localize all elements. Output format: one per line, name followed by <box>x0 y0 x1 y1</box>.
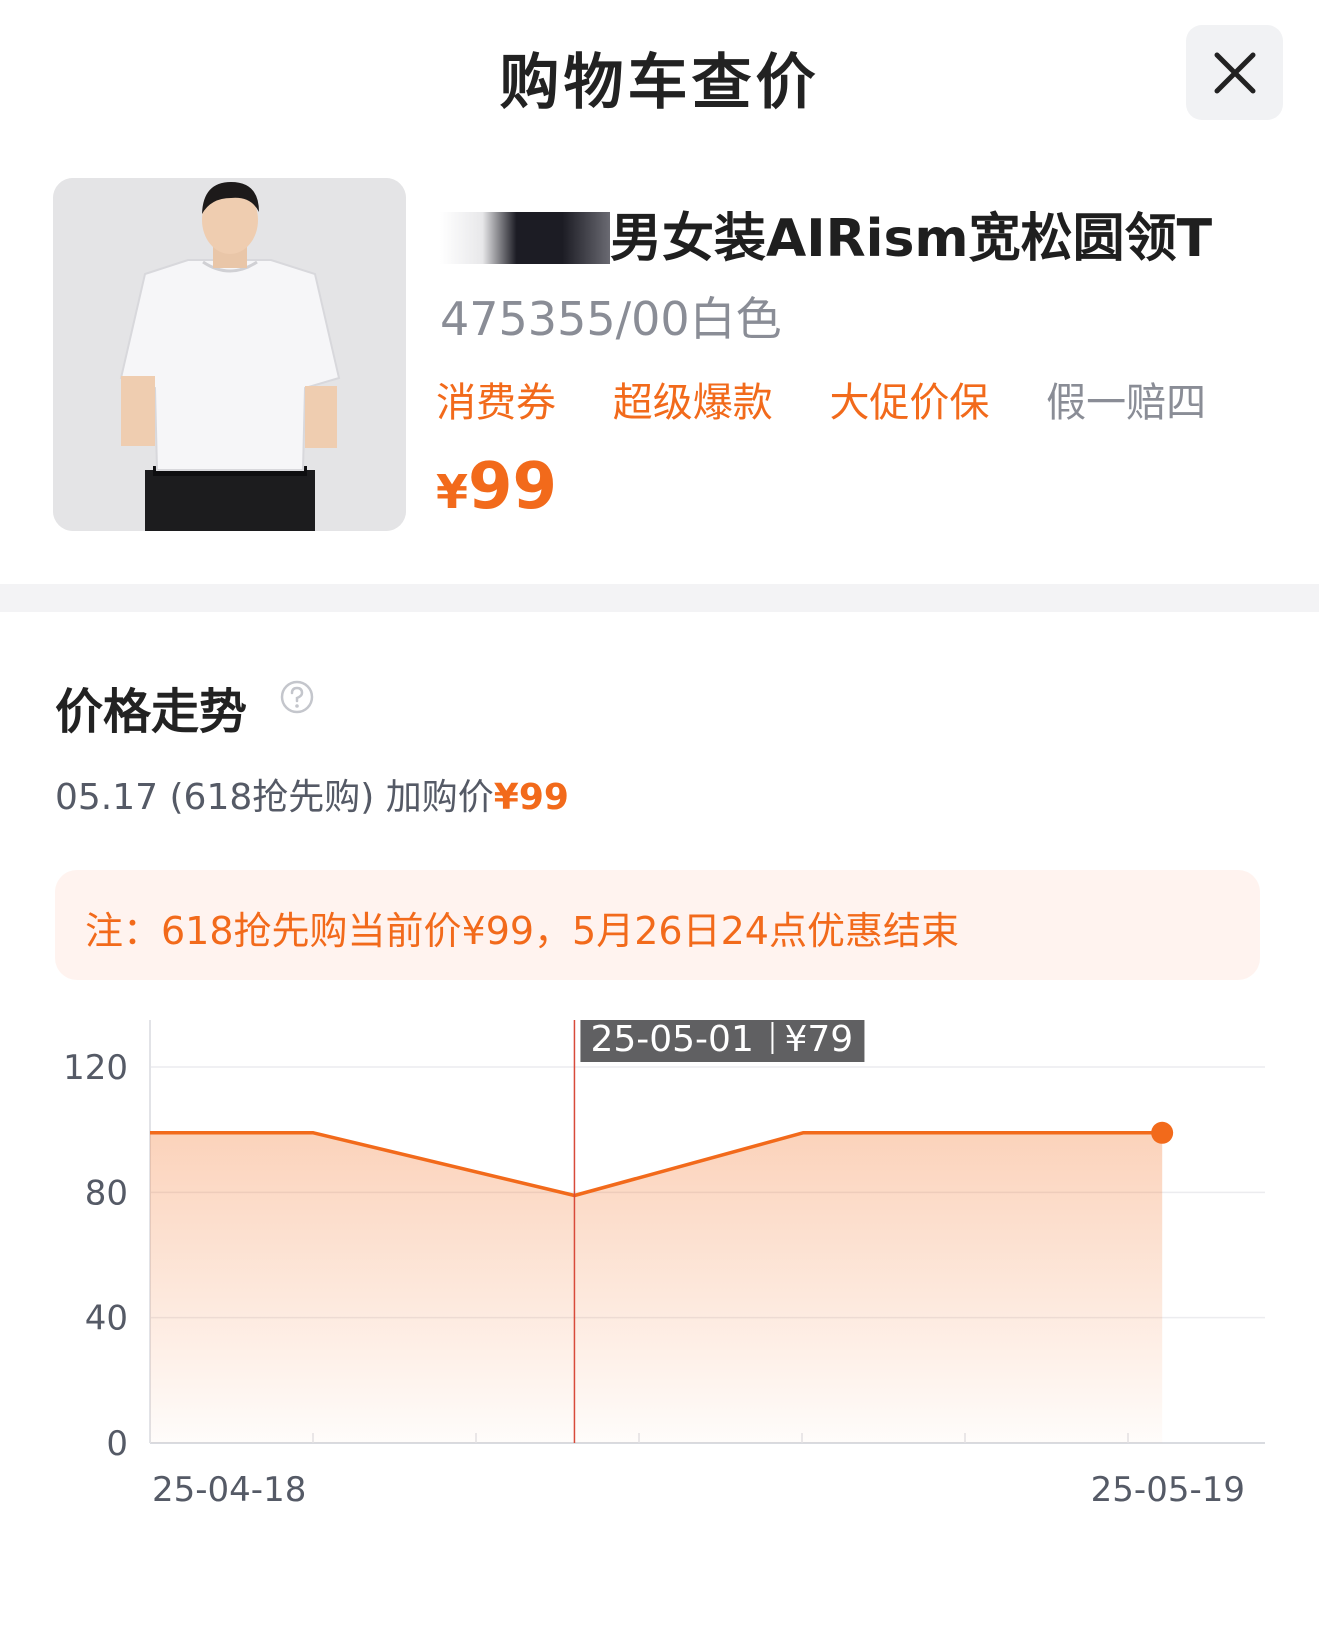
tag-coupon: 消费券 <box>436 380 556 426</box>
price-value: 99 <box>468 450 558 524</box>
help-icon[interactable] <box>280 680 314 714</box>
price-summary-value: ¥99 <box>493 777 569 818</box>
price-summary-text: 05.17 (618抢先购) 加购价 <box>55 777 494 818</box>
page-title: 购物车查价 <box>499 48 820 118</box>
tag-price-protect: 大促价保 <box>829 380 990 426</box>
tag-authentic: 假一赔四 <box>1046 380 1207 426</box>
current-price-point <box>1151 1121 1174 1144</box>
y-tick-label: 80 <box>85 1173 128 1213</box>
x-tick-label: 25-04-18 <box>152 1470 306 1510</box>
close-icon <box>1214 52 1256 94</box>
redacted-brand <box>440 212 610 264</box>
product-title-text: 男女装AIRism宽松圆领T <box>610 209 1213 269</box>
price-summary: 05.17 (618抢先购) 加购价¥99 <box>55 768 569 820</box>
product-title[interactable]: 男女装AIRism宽松圆领T <box>440 196 1212 271</box>
price-currency: ¥ <box>436 465 469 519</box>
promo-notice: 注：618抢先购当前价¥99，5月26日24点优惠结束 <box>55 870 1260 980</box>
x-tick-label: 25-05-19 <box>1091 1470 1245 1510</box>
product-price: ¥99 <box>436 450 557 524</box>
tag-hot: 超级爆款 <box>612 380 773 426</box>
section-divider <box>0 584 1319 612</box>
product-image[interactable] <box>53 178 406 531</box>
y-tick-label: 40 <box>85 1299 128 1339</box>
price-trend-title: 价格走势 <box>55 684 248 740</box>
tooltip-date: 25-05-01 <box>590 1020 753 1060</box>
promo-notice-text: 注：618抢先购当前价¥99，5月26日24点优惠结束 <box>85 909 959 953</box>
price-area <box>150 1132 1163 1443</box>
product-sku: 475355/00白色 <box>440 292 782 346</box>
tooltip-price: ¥79 <box>784 1020 853 1060</box>
product-tags: 消费券 超级爆款 大促价保 假一赔四 <box>436 370 1250 428</box>
close-button[interactable] <box>1186 25 1283 120</box>
y-tick-label: 120 <box>63 1048 128 1088</box>
price-chart[interactable]: 25-05-01 ¥79 0 40 80 120 25-04-18 25-05-19 <box>0 1020 1319 1580</box>
y-tick-label: 0 <box>106 1424 128 1464</box>
